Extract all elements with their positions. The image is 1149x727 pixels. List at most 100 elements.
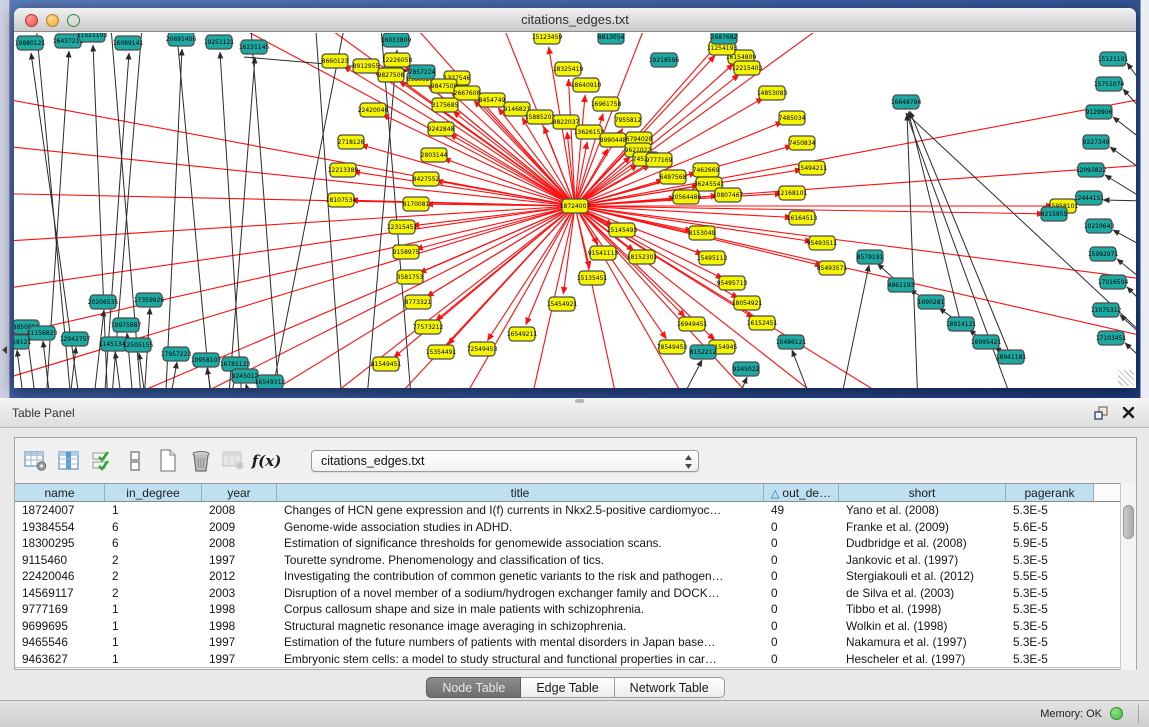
network-node[interactable]: 15494211 xyxy=(797,161,828,175)
network-node[interactable]: 8170081 xyxy=(403,197,430,211)
network-node[interactable]: 8660123 xyxy=(322,54,349,68)
network-node[interactable]: 9827508 xyxy=(378,68,405,82)
tab-edge-table[interactable]: Edge Table xyxy=(521,677,614,698)
network-node[interactable]: 91541113 xyxy=(588,246,619,260)
network-node[interactable]: 1690281 xyxy=(918,295,945,309)
network-node[interactable]: 16549312 xyxy=(255,375,286,388)
network-node[interactable]: 16231145 xyxy=(239,40,270,54)
network-node[interactable]: 16995421 xyxy=(971,335,1002,349)
column-header[interactable]: in_degree xyxy=(105,484,202,501)
network-node[interactable]: 12213389 xyxy=(328,163,359,177)
network-node[interactable]: 10807467 xyxy=(713,188,744,202)
network-node[interactable]: 8813054 xyxy=(598,33,625,44)
network-node[interactable]: 12215403 xyxy=(732,61,763,75)
network-node[interactable]: 20206535 xyxy=(88,295,119,309)
network-node[interactable]: 18941181 xyxy=(996,350,1027,364)
network-node[interactable]: 4861193 xyxy=(888,278,915,292)
network-node[interactable]: 12168101 xyxy=(777,186,808,200)
network-node[interactable]: 11075312 xyxy=(1091,303,1122,317)
column-header[interactable]: △ out_de… xyxy=(764,484,839,501)
network-node[interactable]: 95495713 xyxy=(717,276,748,290)
network-node[interactable]: 15751074 xyxy=(1094,77,1125,91)
network-node[interactable]: 3581753 xyxy=(397,270,424,284)
network-node[interactable]: 12505155 xyxy=(123,338,154,352)
network-node[interactable]: 19880121 xyxy=(15,36,46,50)
network-node[interactable]: 9242848 xyxy=(428,122,455,136)
network-node[interactable]: 7450834 xyxy=(789,136,816,150)
network-node[interactable]: 2718126 xyxy=(338,135,365,149)
network-node[interactable]: 20564486 xyxy=(671,190,702,204)
new-file-icon[interactable] xyxy=(151,445,184,477)
panel-collapse-arrow-icon[interactable] xyxy=(2,346,7,354)
splitter-handle[interactable] xyxy=(575,399,584,403)
network-node[interactable]: 15121101 xyxy=(1098,52,1129,66)
network-node[interactable]: 8427552 xyxy=(413,172,440,186)
network-node[interactable]: 8579191 xyxy=(857,250,884,264)
table-row[interactable]: 969969511998Structural magnetic resonanc… xyxy=(15,618,1136,635)
network-node[interactable]: 18107534 xyxy=(326,193,357,207)
network-node[interactable]: 11156823 xyxy=(27,326,58,340)
network-node[interactable]: 18914121 xyxy=(946,317,977,331)
network-node[interactable]: 16961758 xyxy=(591,97,622,111)
network-node[interactable]: 16949451 xyxy=(677,317,708,331)
table-row[interactable]: 2242004622012Investigating the contribut… xyxy=(15,568,1136,585)
network-node[interactable]: 17016504 xyxy=(1098,275,1129,289)
rows-stack-icon[interactable] xyxy=(118,445,151,477)
network-node[interactable]: 16164513 xyxy=(787,211,818,225)
delete-trash-icon[interactable] xyxy=(184,445,217,477)
column-visibility-icon[interactable] xyxy=(52,445,85,477)
network-node[interactable]: 7485034 xyxy=(779,111,806,125)
network-node[interactable]: 9158975 xyxy=(393,245,420,259)
column-header[interactable]: pagerank xyxy=(1006,484,1094,501)
network-node[interactable]: 18724007 xyxy=(560,199,591,213)
network-node[interactable]: 19251121 xyxy=(204,35,235,49)
network-node[interactable]: 12093822 xyxy=(1076,163,1107,177)
table-select-dropdown[interactable]: citations_edges.txt xyxy=(311,450,699,472)
network-node[interactable]: 8822037 xyxy=(553,115,580,129)
network-node[interactable]: 17103451 xyxy=(1096,331,1127,345)
network-node[interactable]: 19975887 xyxy=(111,318,142,332)
network-node[interactable]: 2687682 xyxy=(711,33,738,44)
network-node[interactable]: 78549453 xyxy=(657,340,688,354)
network-node[interactable]: 17957223 xyxy=(161,347,192,361)
function-builder-icon[interactable]: f(x) xyxy=(250,445,283,477)
network-node[interactable]: 15123459 xyxy=(532,33,563,44)
network-node[interactable]: 15885203 xyxy=(525,110,556,124)
network-node[interactable]: 12444151 xyxy=(1074,191,1105,205)
network-node[interactable]: 85493571 xyxy=(817,261,848,275)
network-node[interactable]: 16033809 xyxy=(381,33,412,47)
table-row[interactable]: 946362711997Embryonic stem cells: a mode… xyxy=(15,651,1136,668)
network-node[interactable]: 14853083 xyxy=(757,86,788,100)
network-node[interactable]: 8990448 xyxy=(600,133,627,147)
network-node[interactable]: 9129906 xyxy=(1086,105,1113,119)
network-node[interactable]: 9245022 xyxy=(733,362,760,376)
network-node[interactable]: 12315451 xyxy=(387,220,418,234)
network-node[interactable]: 10210643 xyxy=(1084,219,1115,233)
table-row[interactable]: 1830029562008Estimation of significance … xyxy=(15,535,1136,552)
network-node[interactable]: 20691406 xyxy=(166,33,197,46)
table-row[interactable]: 1456911722003Disruption of a novel membe… xyxy=(15,585,1136,602)
network-node[interactable]: 18325419 xyxy=(553,62,584,76)
network-node[interactable]: 9227349 xyxy=(1083,135,1110,149)
window-resize-grip[interactable] xyxy=(1118,370,1134,386)
network-node[interactable]: 15354491 xyxy=(426,345,457,359)
network-node[interactable]: 3175685 xyxy=(432,98,459,112)
table-row[interactable]: 1938455462009Genome-wide association stu… xyxy=(15,519,1136,536)
network-node[interactable]: 15495113 xyxy=(697,251,728,265)
network-node[interactable]: 22420046 xyxy=(358,103,389,117)
network-node[interactable]: 6497568 xyxy=(660,170,687,184)
network-node[interactable]: 81549451 xyxy=(371,357,402,371)
network-node[interactable]: 18640910 xyxy=(571,78,602,92)
network-node[interactable]: 16648794 xyxy=(891,95,922,109)
table-settings-icon[interactable] xyxy=(19,445,52,477)
network-canvas[interactable]: 1872400786601238912955122260589827508818… xyxy=(14,33,1136,388)
network-node[interactable]: 7955812 xyxy=(615,113,642,127)
network-node[interactable]: 9777169 xyxy=(646,153,673,167)
network-node[interactable]: 8454749 xyxy=(479,93,506,107)
tab-node-table[interactable]: Node Table xyxy=(426,677,521,698)
network-node[interactable]: 15454921 xyxy=(547,297,578,311)
network-node[interactable]: 15145493 xyxy=(607,223,638,237)
memory-status-icon[interactable] xyxy=(1110,707,1123,720)
network-node[interactable]: 12942757 xyxy=(60,332,91,346)
network-node[interactable]: 19218596 xyxy=(649,53,680,67)
